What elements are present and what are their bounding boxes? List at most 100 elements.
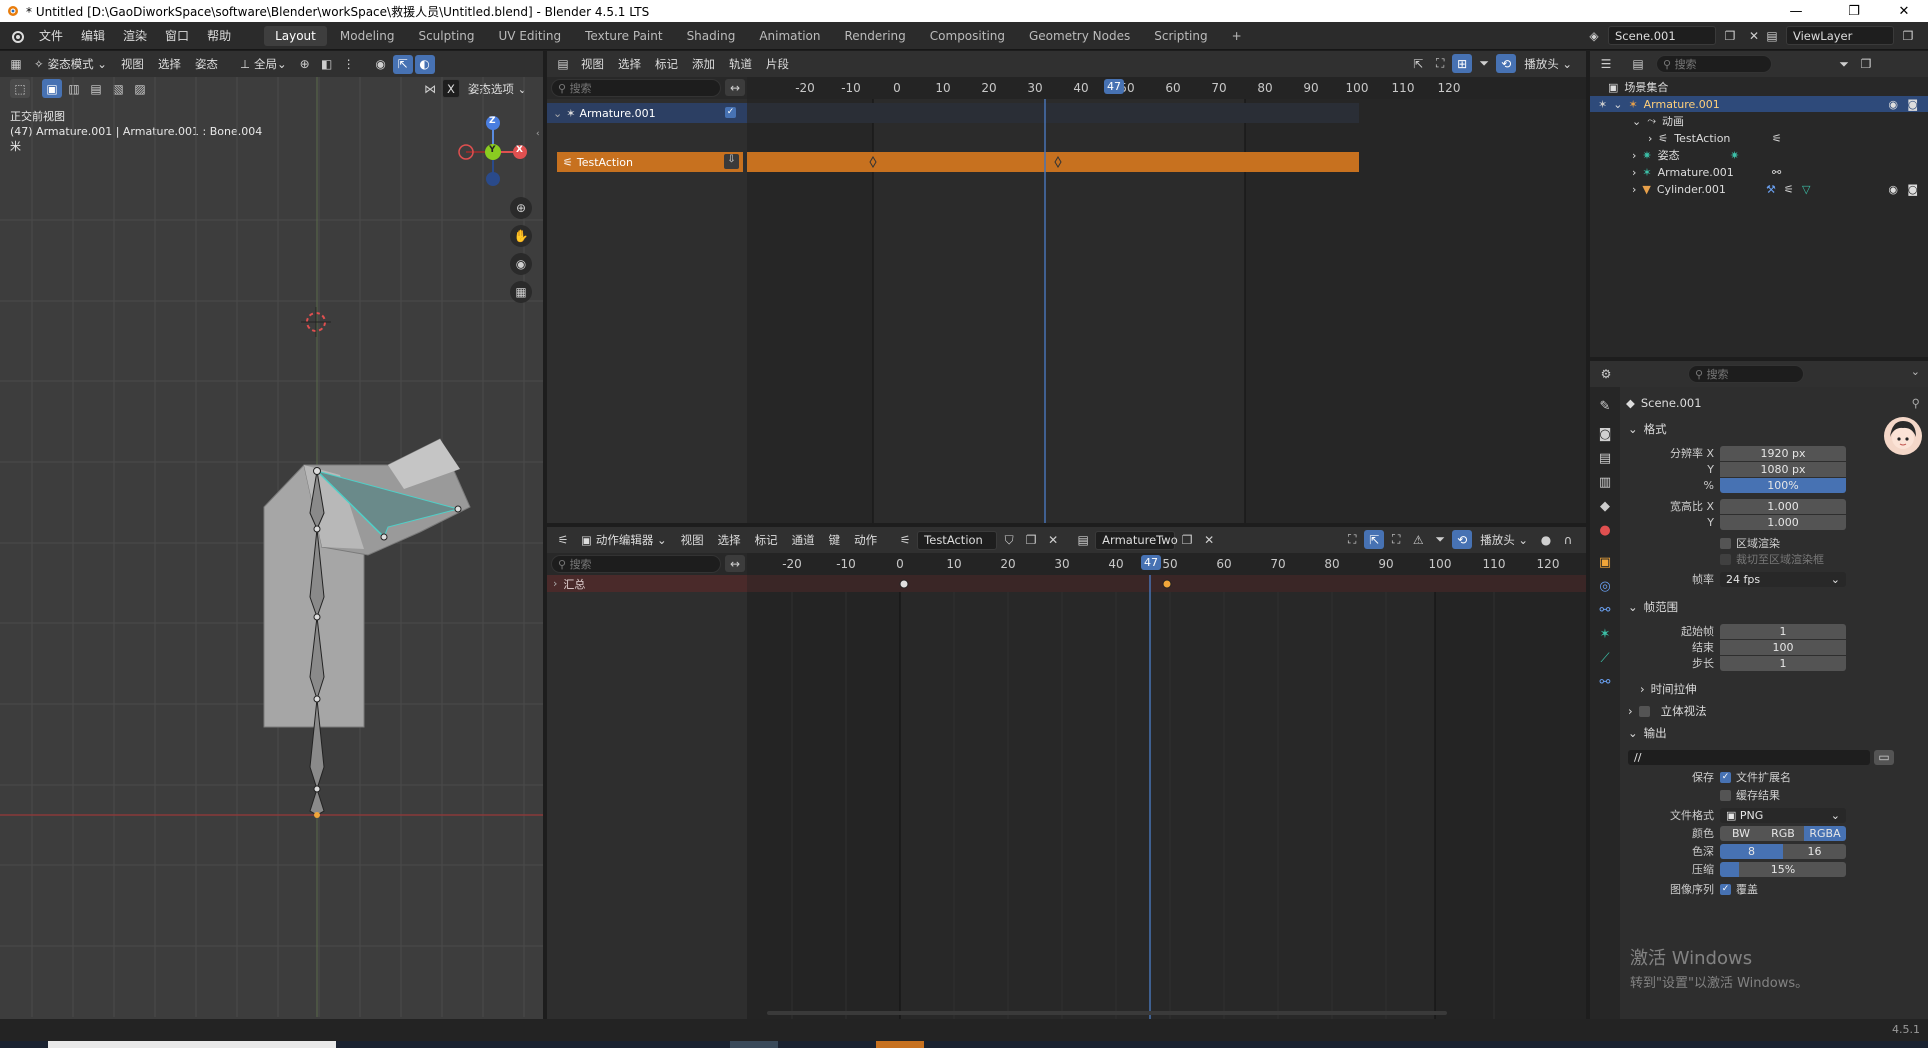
keyframe-selected[interactable] [1162,579,1172,589]
navigation-gizmo[interactable]: Z Y X [448,107,528,187]
slot-unlink-icon[interactable]: ✕ [1199,531,1219,550]
overlay-toggle-icon[interactable]: ◐ [414,54,435,74]
properties-search-input[interactable]: ⚲ 搜索 [1688,365,1804,383]
new-view-layer-icon[interactable]: ❐ [1898,26,1918,45]
outliner-row-action[interactable]: › ⚟ TestAction ⚟ [1590,130,1928,146]
tab-sculpting[interactable]: Sculpting [407,26,485,46]
color-rgba-button[interactable]: RGBA [1804,825,1846,841]
color-bw-button[interactable]: BW [1720,825,1762,841]
tab-geometry-nodes[interactable]: Geometry Nodes [1018,26,1141,46]
nla-menu-strip[interactable]: 片段 [760,55,795,74]
new-collection-icon[interactable]: ❐ [1856,55,1876,74]
ae-menu-key[interactable]: 键 [823,531,847,550]
expand-icon[interactable]: › [1632,166,1636,179]
display-mode-icon[interactable]: ▤ [1628,55,1648,74]
nla-ruler[interactable]: -20 -10 0 10 20 30 40 50 60 70 80 90 100… [747,77,1586,99]
delete-scene-icon[interactable]: ✕ [1744,26,1764,45]
bone-tab-icon[interactable]: ⟋ [1593,647,1617,669]
crop-row[interactable]: 裁切至区域渲染框 [1620,551,1928,567]
armature-slot-field[interactable]: ArmatureTwo [1095,530,1178,550]
cache-checkbox[interactable] [1720,789,1731,801]
pan-hand-icon[interactable]: ✋ [510,225,532,247]
expand-icon[interactable]: › [1632,183,1636,196]
aspect-x-field[interactable]: 1.000 [1720,498,1846,514]
output-path-input[interactable]: // [1628,749,1870,765]
expand-arrow-icon[interactable]: ⌄ [553,107,562,120]
ae-filter-icon[interactable]: ⏷ [1430,530,1450,549]
tab-animation[interactable]: Animation [748,26,831,46]
summary-channel[interactable]: › 汇总 [547,575,747,592]
zoom-icon[interactable]: ⊕ [510,197,532,219]
outliner-row-animation[interactable]: ⌄ ⤳ 动画 [1590,113,1928,129]
res-pct-field[interactable]: 100% [1720,477,1846,493]
res-y-field[interactable]: 1080 px [1720,461,1846,477]
time-stretch-header[interactable]: › 时间拉伸 [1620,679,1928,699]
menu-select[interactable]: 选择 [152,55,187,74]
nla-search-input[interactable]: ⚲ 搜索 [551,79,721,97]
color-rgb-button[interactable]: RGB [1762,825,1804,841]
outliner-row-armature[interactable]: ✶ ⌄ ✶ Armature.001 ◉ ◙ [1590,96,1928,112]
nla-menu-track[interactable]: 轨道 [723,55,758,74]
tab-rendering[interactable]: Rendering [834,26,917,46]
pivot-icon[interactable]: ⊕ [295,55,315,74]
fps-dropdown[interactable]: 24 fps ⌄ [1720,571,1846,587]
visibility-eye-icon[interactable]: ◉ [1888,98,1898,111]
menu-view[interactable]: 视图 [115,55,150,74]
fake-user-icon[interactable]: ⛉ [999,531,1019,550]
mode-dropdown[interactable]: ✧ 姿态模式 ⌄ [28,55,113,74]
tab-modeling[interactable]: Modeling [329,26,406,46]
nla-current-frame-badge[interactable]: 47 [1104,79,1124,94]
ae-hidden-icon[interactable]: ⛶ [1386,530,1406,549]
taskbar-item[interactable] [730,1041,778,1048]
ae-menu-channel[interactable]: 通道 [786,531,821,550]
depth-16-button[interactable]: 16 [1783,843,1846,859]
start-frame-field[interactable]: 1 [1720,623,1846,639]
push-down-icon[interactable]: ⇩ [724,154,739,169]
nla-menu-view[interactable]: 视图 [575,55,610,74]
nla-menu-select[interactable]: 选择 [612,55,647,74]
end-frame-field[interactable]: 100 [1720,639,1846,655]
tab-layout[interactable]: Layout [264,25,327,46]
tab-uv-editing[interactable]: UV Editing [488,26,573,46]
folder-icon[interactable]: ▭ [1874,749,1894,765]
outliner-type-icon[interactable]: ☰ [1596,55,1616,74]
nla-editor-type-icon[interactable]: ▤ [553,55,573,74]
close-button[interactable]: ✕ [1882,0,1926,22]
data-tab-icon[interactable]: ✶ [1593,623,1617,645]
nla-track-armature[interactable]: ⌄ ✶ Armature.001 ✓ [547,103,747,123]
outliner-filter-icon[interactable]: ⏷ [1834,55,1854,74]
menu-render[interactable]: 渲染 [114,27,156,44]
render-camera-icon[interactable]: ◙ [1907,98,1918,111]
gizmo-toggle-icon[interactable]: ⇱ [392,54,413,74]
outliner-search-input[interactable]: ⚲ 搜索 [1656,55,1772,73]
outliner-row-cylinder[interactable]: › ▼ Cylinder.001 ⚒ ⚟ ▽ ◉ ◙ [1590,181,1928,197]
ae-snap-icon[interactable]: ⟲ [1452,530,1473,549]
compression-slider[interactable]: 15% [1720,861,1846,877]
bone-constraint-tab-icon[interactable]: ⚯ [1593,671,1617,693]
nla-menu-marker[interactable]: 标记 [649,55,684,74]
nla-editor[interactable]: ▤ 视图 选择 标记 添加 轨道 片段 ⇱ ⛶ ⊞ ⏷ ⟲ 播放头 ⌄ ⚲ 搜索… [547,51,1586,523]
nla-snap-icon[interactable]: ⟲ [1496,54,1517,73]
properties-options-icon[interactable]: ⌄ [1911,365,1920,378]
ae-search-input[interactable]: ⚲ 搜索 [551,555,721,573]
output-panel-header[interactable]: ⌄ 输出 [1620,723,1928,743]
tab-scripting[interactable]: Scripting [1143,26,1218,46]
nla-playhead-dropdown[interactable]: 播放头 ⌄ [1518,54,1578,73]
nla-filter-icon[interactable]: ⏷ [1474,54,1494,73]
ae-menu-marker[interactable]: 标记 [749,531,784,550]
ae-only-selected-icon[interactable]: ⇱ [1364,530,1385,549]
constraints-tab-icon[interactable]: ⚯ [1593,599,1617,621]
ae-menu-select[interactable]: 选择 [712,531,747,550]
file-format-dropdown[interactable]: ▣ PNG ⌄ [1720,807,1846,823]
keyframe-start[interactable] [899,579,909,589]
nla-menu-add[interactable]: 添加 [686,55,721,74]
ae-ruler[interactable]: -20 -10 0 10 20 30 40 50 60 70 80 90 100… [747,553,1586,575]
slot-browse-icon[interactable]: ▤ [1073,531,1093,550]
view-layer-tab-icon[interactable]: ▥ [1593,471,1617,493]
border-checkbox[interactable] [1720,537,1731,549]
object-tab-icon[interactable]: ▣ [1593,551,1617,573]
tool-tab-icon[interactable]: ✎ [1593,395,1617,417]
outliner-row-collection[interactable]: ▣ 场景集合 [1590,79,1928,95]
collapse-sidebar-icon[interactable]: ‹ [536,129,540,139]
menu-help[interactable]: 帮助 [198,27,240,44]
